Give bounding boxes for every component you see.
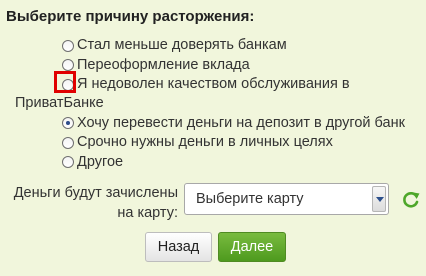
reason-option-reissue[interactable]: Переоформление вклада	[62, 56, 405, 75]
radio-button[interactable]	[62, 136, 74, 149]
reason-option-urgent[interactable]: Срочно нужны деньги в личных целях	[62, 133, 405, 152]
chevron-down-icon[interactable]	[372, 186, 386, 212]
card-label: Деньги будут зачислены на карту:	[13, 185, 178, 221]
reason-label-continuation: ПриватБанке	[15, 95, 104, 111]
reason-option-service[interactable]: Я недоволен качеством обслуживания в При…	[15, 75, 405, 113]
reason-label: Переоформление вклада	[77, 56, 250, 73]
highlight-box	[54, 71, 76, 93]
radio-button[interactable]	[62, 59, 74, 71]
radio-button[interactable]	[62, 156, 74, 168]
form-title: Выберите причину расторжения:	[6, 8, 255, 25]
reason-label: Хочу перевести деньги на депозит в друго…	[77, 114, 405, 131]
reason-option-other[interactable]: Другое	[62, 153, 405, 172]
reason-option-distrust[interactable]: Стал меньше доверять банкам	[62, 36, 405, 55]
reason-label: Другое	[77, 153, 124, 170]
next-button[interactable]: Далее	[218, 232, 286, 262]
card-select[interactable]: Выберите карту	[184, 183, 389, 215]
reason-label: Стал меньше доверять банкам	[77, 37, 287, 53]
radio-button[interactable]	[62, 39, 74, 52]
card-select-value: Выберите карту	[196, 191, 304, 207]
radio-button-selected[interactable]	[62, 117, 74, 129]
reason-label: Срочно нужны деньги в личных целях	[77, 134, 333, 150]
refresh-icon[interactable]	[401, 190, 421, 210]
reason-options: Стал меньше доверять банкам Переоформлен…	[15, 36, 405, 172]
back-button[interactable]: Назад	[145, 232, 212, 262]
reason-label: Я недоволен качеством обслуживания в	[77, 76, 350, 92]
reason-option-other-bank[interactable]: Хочу перевести деньги на депозит в друго…	[62, 114, 405, 133]
